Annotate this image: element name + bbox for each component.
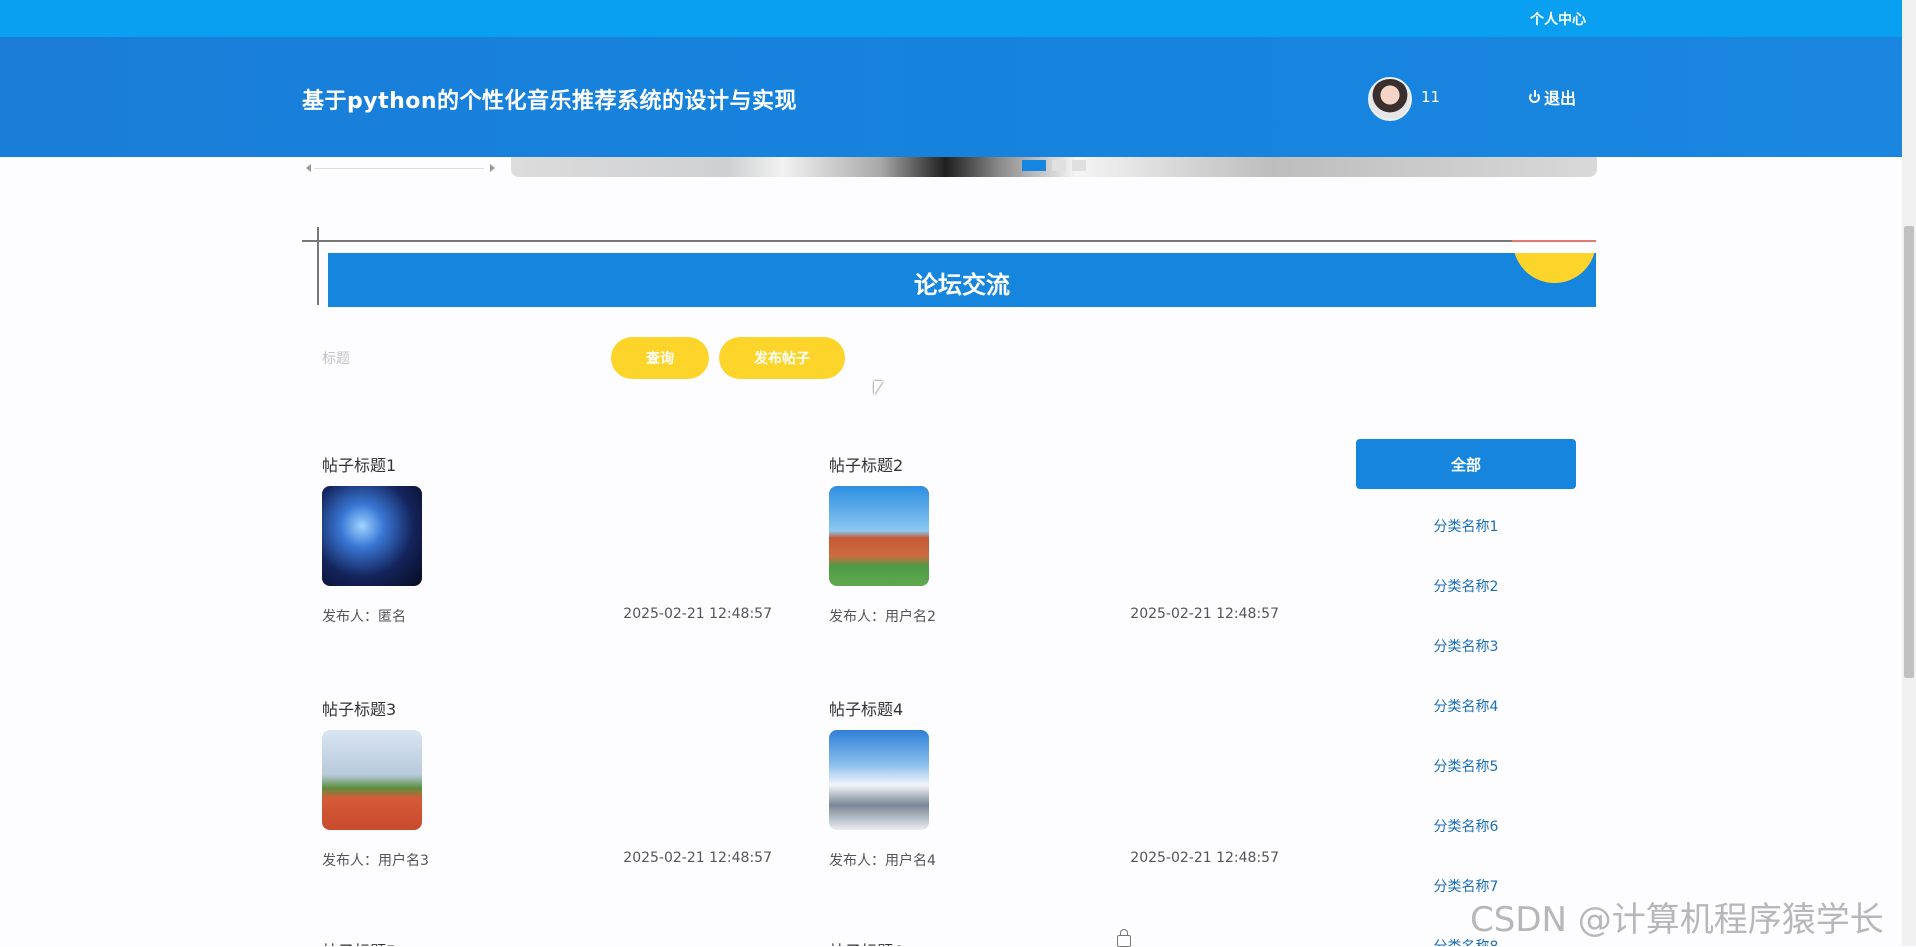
post-card[interactable]: 帖子标题3 发布人：用户名3 2025-02-21 12:48:57 bbox=[322, 696, 772, 906]
post-time: 2025-02-21 12:48:57 bbox=[1130, 850, 1279, 866]
section-accent-line bbox=[1512, 240, 1596, 242]
post-image[interactable] bbox=[829, 730, 929, 830]
post-title[interactable]: 帖子标题4 bbox=[829, 696, 903, 720]
header: 基于python的个性化音乐推荐系统的设计与实现 11 退出 bbox=[0, 37, 1916, 157]
post-card[interactable]: 帖子标题4 发布人：用户名4 2025-02-21 12:48:57 bbox=[829, 696, 1279, 906]
post-card[interactable]: 帖子标题6 bbox=[829, 938, 1279, 946]
post-image[interactable] bbox=[322, 730, 422, 830]
site-title: 基于python的个性化音乐推荐系统的设计与实现 bbox=[302, 89, 798, 114]
carousel-dot[interactable] bbox=[1072, 160, 1086, 171]
carousel-dot[interactable] bbox=[1022, 160, 1046, 171]
logout-button[interactable]: 退出 bbox=[1529, 85, 1576, 109]
avatar[interactable] bbox=[1368, 77, 1412, 121]
post-author: 发布人：用户名4 bbox=[829, 853, 936, 869]
post-time: 2025-02-21 12:48:57 bbox=[623, 850, 772, 866]
post-image[interactable] bbox=[829, 486, 929, 586]
username[interactable]: 11 bbox=[1421, 88, 1440, 106]
post-title[interactable]: 帖子标题6 bbox=[829, 938, 903, 946]
post-title[interactable]: 帖子标题3 bbox=[322, 696, 396, 720]
carousel-dot[interactable] bbox=[1052, 160, 1066, 171]
category-item[interactable]: 分类名称1 bbox=[1356, 516, 1576, 536]
carousel-indicators bbox=[1022, 160, 1086, 171]
carousel-next-icon[interactable] bbox=[490, 164, 495, 172]
mouse-cursor-icon bbox=[874, 381, 883, 395]
post-title[interactable]: 帖子标题2 bbox=[829, 452, 903, 476]
post-title[interactable]: 帖子标题1 bbox=[322, 452, 396, 476]
post-card[interactable]: 帖子标题5 bbox=[322, 938, 772, 946]
post-author: 发布人：匿名 bbox=[322, 609, 406, 625]
title-search-input[interactable] bbox=[320, 341, 584, 377]
category-item[interactable]: 分类名称2 bbox=[1356, 576, 1576, 596]
post-card[interactable]: 帖子标题2 发布人：用户名2 2025-02-21 12:48:57 bbox=[829, 452, 1279, 662]
watermark: CSDN @计算机程序猿学长 bbox=[1470, 900, 1884, 940]
carousel-prev-icon[interactable] bbox=[306, 164, 311, 172]
section-heading-bar: 论坛交流 bbox=[328, 253, 1596, 307]
category-all-button[interactable]: 全部 bbox=[1356, 439, 1576, 489]
scrollbar-thumb[interactable] bbox=[1904, 226, 1914, 678]
publish-post-button[interactable]: 发布帖子 bbox=[719, 337, 845, 379]
carousel-thumb-line bbox=[314, 168, 484, 169]
post-time: 2025-02-21 12:48:57 bbox=[623, 606, 772, 622]
top-strip: 个人中心 bbox=[0, 0, 1916, 37]
category-item[interactable]: 分类名称5 bbox=[1356, 756, 1576, 776]
logout-label: 退出 bbox=[1544, 89, 1577, 108]
section-divider-vertical bbox=[317, 227, 319, 305]
category-item[interactable]: 分类名称4 bbox=[1356, 696, 1576, 716]
query-button[interactable]: 查询 bbox=[611, 337, 709, 379]
post-author: 发布人：用户名3 bbox=[322, 853, 429, 869]
post-image[interactable] bbox=[322, 486, 422, 586]
post-time: 2025-02-21 12:48:57 bbox=[1130, 606, 1279, 622]
lock-icon bbox=[1117, 929, 1131, 947]
user-center-link[interactable]: 个人中心 bbox=[1530, 9, 1586, 29]
post-title[interactable]: 帖子标题5 bbox=[322, 938, 396, 946]
post-card[interactable]: 帖子标题1 发布人：匿名 2025-02-21 12:48:57 bbox=[322, 452, 772, 662]
category-item[interactable]: 分类名称3 bbox=[1356, 636, 1576, 656]
section-divider bbox=[302, 240, 1596, 242]
section-title: 论坛交流 bbox=[914, 271, 1010, 299]
power-icon bbox=[1529, 89, 1540, 103]
post-author: 发布人：用户名2 bbox=[829, 609, 936, 625]
category-item[interactable]: 分类名称6 bbox=[1356, 816, 1576, 836]
